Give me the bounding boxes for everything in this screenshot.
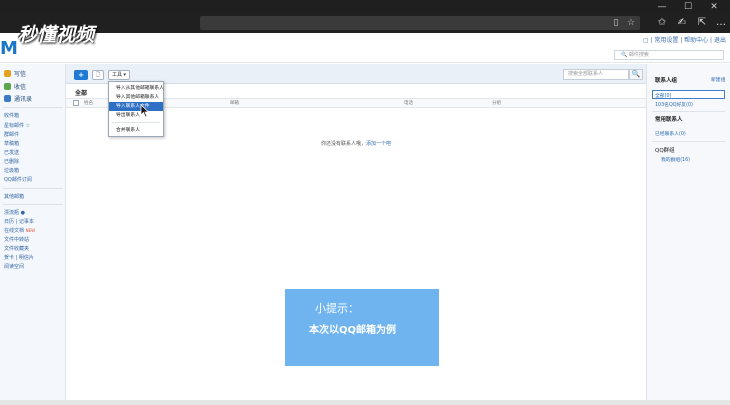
sidebar-item-file-collection[interactable]: 文件收藏夹 — [4, 245, 29, 252]
screen: — ☐ ✕ ▯ ☆ ✩ ✍ ⇱ … M ▢ | 常用设置 | 帮助中心 | 退出… — [0, 0, 730, 405]
favorites-icon[interactable]: ✩ — [655, 17, 669, 29]
menu-item-export[interactable]: 导出联系人 — [109, 111, 163, 120]
tip-body: 本次以QQ邮箱为例 — [309, 325, 397, 336]
delete-contact-button[interactable]: 🗋 — [92, 70, 104, 80]
sidebar-divider — [3, 188, 63, 189]
sidebar-divider — [3, 204, 63, 205]
sidebar-item-compose[interactable]: 写信 — [4, 69, 26, 78]
new-group-link[interactable]: 新建组 — [711, 76, 725, 83]
menu-divider — [112, 122, 160, 123]
sidebar-item-inbox-check[interactable]: 收信 — [4, 82, 26, 91]
sidebar-item-subscriptions[interactable]: QQ邮件订阅 — [4, 176, 32, 183]
sidebar-item-deleted[interactable]: 已删除 — [4, 158, 19, 165]
right-panel-separator — [652, 141, 725, 142]
sidebar-item-online-docs[interactable]: 在线文档 NEW — [4, 227, 35, 234]
frequent-contacts-title: 常用联系人 — [655, 117, 683, 123]
sidebar-item-reading[interactable]: 阅读空间 — [4, 263, 24, 270]
menu-item-import-other[interactable]: 导入其他邮箱联系人 — [109, 93, 163, 102]
new-badge: NEW — [25, 228, 36, 233]
share-icon[interactable]: ⇱ — [695, 17, 709, 29]
my-groups-link[interactable]: 我的群组(16) — [661, 156, 690, 163]
group-qq-friends[interactable]: 103名QQ好友(0) — [655, 101, 693, 108]
mail-search-input[interactable]: 🔍 邮件搜索 — [614, 50, 724, 60]
sidebar-item-group[interactable]: 群邮件 — [4, 131, 19, 138]
close-button[interactable]: ✕ — [702, 0, 726, 14]
contacts-icon — [4, 95, 11, 102]
sidebar-item-calendar[interactable]: 日历 | 记事本 — [4, 218, 34, 225]
menu-item-merge[interactable]: 合并联系人 — [109, 126, 163, 135]
sidebar-item-other-mailbox[interactable]: 其他邮箱 — [4, 193, 24, 200]
qq-groups-title: QQ群组 — [655, 148, 675, 154]
add-contact-link[interactable]: 添加一个吧 — [366, 141, 391, 147]
more-icon[interactable]: … — [714, 17, 728, 29]
maximize-button[interactable]: ☐ — [676, 0, 700, 14]
receive-icon — [4, 83, 11, 90]
column-phone[interactable]: 电话 — [404, 100, 413, 106]
sidebar-item-cards[interactable]: 贺卡 | 明信片 — [4, 254, 34, 261]
sidebar-divider — [3, 107, 63, 108]
sidebar-item-contacts[interactable]: 通讯录 — [4, 94, 32, 103]
contact-search-input[interactable]: 搜索全部联系人 — [563, 69, 629, 80]
column-email[interactable]: 邮箱 — [230, 100, 239, 106]
recent-contacts-link[interactable]: 已经联系人(0) — [655, 130, 686, 137]
menu-item-import-from-other[interactable]: 导入从其他邮箱联系人 — [109, 84, 164, 93]
address-bar[interactable] — [200, 16, 640, 30]
list-title: 全部 — [75, 90, 88, 97]
reading-view-icon[interactable]: ▯ — [610, 17, 622, 29]
empty-list-message: 你还没有联系人哦，添加一个吧 — [320, 141, 392, 147]
mail-logo[interactable]: M — [0, 38, 18, 59]
select-all-checkbox[interactable] — [73, 100, 79, 106]
bottom-strip — [0, 400, 730, 405]
tools-dropdown-menu: 导入从其他邮箱联系人 导入其他邮箱联系人 导入联系人文件 导出联系人 合并联系人 — [108, 81, 164, 137]
groups-title: 联系人组 — [655, 78, 678, 84]
contact-search-button[interactable]: 🔍 — [629, 69, 643, 80]
minimize-button[interactable]: — — [650, 0, 674, 14]
video-watermark: 秒懂视频 — [18, 24, 95, 46]
tools-dropdown-button[interactable]: 工具 ▾ — [108, 70, 130, 80]
column-name[interactable]: 姓名 — [84, 100, 93, 106]
browser-titlebar — [0, 0, 730, 14]
menu-item-import-file[interactable]: 导入联系人文件 — [109, 102, 163, 111]
sidebar-item-spam[interactable]: 垃圾箱 — [4, 167, 19, 174]
sidebar-item-inbox[interactable]: 收件箱 — [4, 112, 19, 119]
sidebar-item-file-transfer[interactable]: 文件中转站 — [4, 236, 29, 243]
sidebar-item-sent[interactable]: 已发送 — [4, 149, 19, 156]
notes-icon[interactable]: ✍ — [675, 17, 689, 29]
favorite-star-icon[interactable]: ☆ — [625, 17, 637, 29]
right-panel-separator — [652, 111, 725, 112]
sidebar-item-drift-bottle[interactable]: 漂流瓶 ● — [4, 209, 25, 216]
column-group[interactable]: 分组 — [492, 100, 501, 106]
add-contact-button[interactable]: + — [74, 70, 88, 80]
mouse-cursor-icon — [140, 104, 150, 118]
sidebar-item-drafts[interactable]: 草稿箱 — [4, 140, 19, 147]
sidebar-item-starred[interactable]: 星标邮件 ☆ — [4, 122, 30, 129]
compose-icon — [4, 70, 11, 77]
header-links[interactable]: ▢ | 常用设置 | 帮助中心 | 退出 — [643, 35, 726, 44]
tip-title: 小提示： — [315, 302, 359, 315]
group-all[interactable]: 全部(0) — [655, 92, 671, 99]
